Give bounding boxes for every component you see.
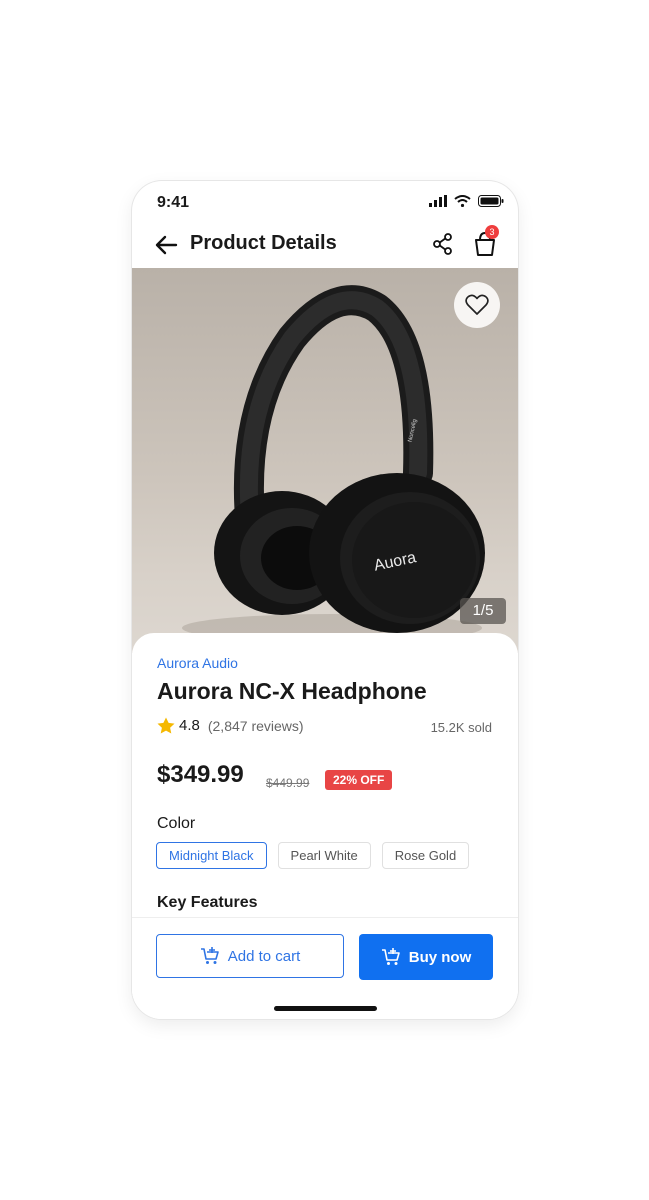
status-bar: 9:41 [132, 181, 518, 225]
review-count: (2,847 reviews) [207, 717, 304, 734]
rating-row[interactable]: 4.8 (2,847 reviews) [157, 717, 304, 734]
add-to-cart-button[interactable]: Add to cart [156, 934, 344, 978]
headphone-image: Auora Noncelig [182, 285, 485, 642]
add-to-cart-label: Add to cart [227, 947, 301, 965]
sold-count: 15.2K sold [430, 720, 492, 735]
color-option-rose-gold[interactable]: Rose Gold [381, 842, 470, 869]
color-option-midnight-black[interactable]: Midnight Black [156, 842, 267, 869]
add-cart-icon [200, 947, 219, 964]
star-icon [157, 717, 175, 734]
buy-now-button[interactable]: Buy now [359, 934, 493, 980]
phone-screen: 9:41 Product Details 3 Auora Noncelig 1/… [132, 181, 518, 1019]
brand-link[interactable]: Aurora Audio [157, 655, 238, 671]
discount-badge: 22% OFF [325, 770, 393, 790]
wifi-icon [454, 195, 471, 207]
signal-icon [429, 195, 447, 207]
back-arrow-icon[interactable] [154, 232, 180, 258]
color-option-pearl-white[interactable]: Pearl White [277, 842, 371, 869]
favorite-button[interactable] [454, 282, 500, 328]
product-image-gallery[interactable]: Auora Noncelig 1/5 [132, 268, 518, 653]
image-counter: 1/5 [460, 598, 506, 624]
heart-icon [465, 294, 489, 315]
page-title: Product Details [190, 232, 337, 254]
battery-icon [478, 195, 504, 207]
buy-cart-icon [381, 948, 400, 965]
cart-count-badge: 3 [485, 225, 499, 239]
color-options: Midnight Black Pearl White Rose Gold [156, 842, 470, 869]
share-icon[interactable] [430, 231, 456, 257]
current-price: $349.99 [157, 761, 244, 788]
buy-now-label: Buy now [408, 948, 472, 966]
bottom-action-bar: Add to cart Buy now [132, 917, 518, 1019]
product-name: Aurora NC-X Headphone [157, 678, 427, 704]
status-icons [429, 195, 504, 207]
top-nav: Product Details 3 [132, 225, 518, 268]
status-time: 9:41 [157, 194, 190, 211]
color-section-label: Color [157, 815, 196, 832]
rating-score: 4.8 [179, 717, 200, 734]
key-features-heading: Key Features [157, 894, 258, 911]
home-indicator[interactable] [274, 1006, 377, 1011]
original-price: $449.99 [266, 776, 310, 790]
